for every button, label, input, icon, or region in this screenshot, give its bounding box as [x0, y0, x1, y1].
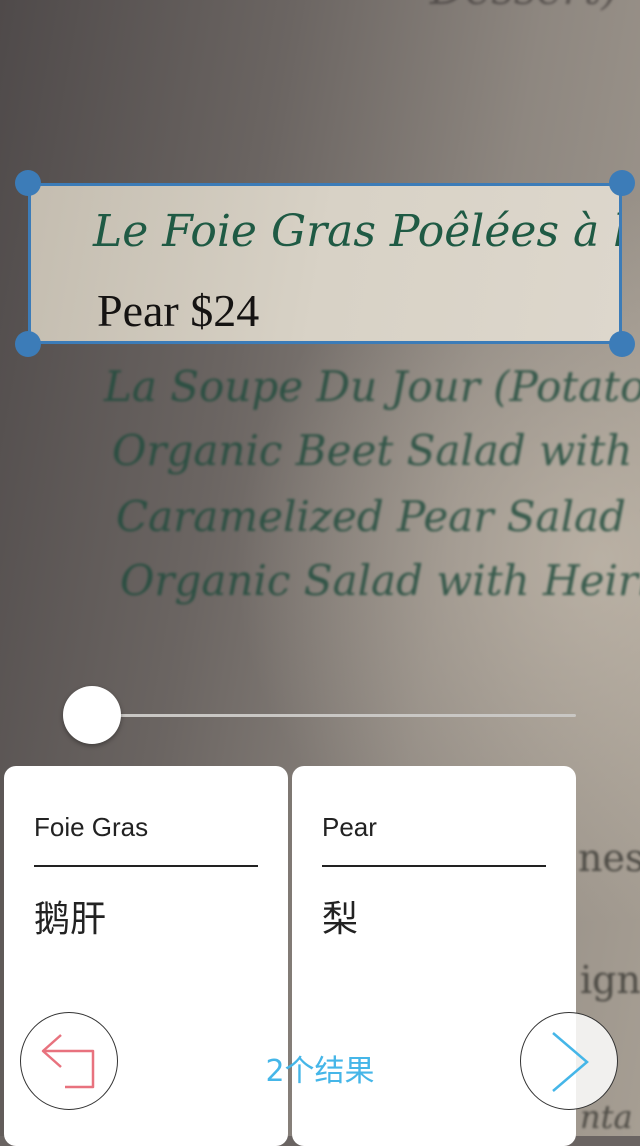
chevron-right-icon [552, 1032, 589, 1092]
menu-line: La Soupe Du Jour (Potato [104, 362, 640, 411]
selected-text-line-2: Pear $24 [97, 285, 260, 336]
result-count: 2个结果 [265, 1054, 375, 1089]
menu-line: Organic Beet Salad with G [112, 426, 640, 475]
selection-handle-top-left[interactable] [15, 170, 41, 196]
selected-text-line-1: Le Foie Gras Poêlées à la [93, 206, 622, 257]
result-translation: 梨 [322, 899, 359, 940]
menu-line: ign [580, 958, 640, 1002]
next-button[interactable] [520, 1012, 618, 1110]
menu-line: Organic Salad with Heirlo [120, 556, 640, 605]
selection-handle-bottom-right[interactable] [609, 331, 635, 357]
selection-handle-bottom-left[interactable] [15, 331, 41, 357]
back-button[interactable] [20, 1012, 118, 1110]
result-translation: 鹅肝 [34, 899, 107, 940]
menu-line: nes [578, 836, 640, 880]
result-term: Foie Gras [34, 812, 149, 842]
menu-line-heading: Dessert) [430, 0, 618, 15]
menu-line: Caramelized Pear Salad wi [116, 492, 640, 541]
divider [322, 865, 546, 867]
selection-box[interactable]: Le Foie Gras Poêlées à la Pear $24 [28, 183, 622, 344]
zoom-slider-track[interactable] [92, 714, 576, 717]
zoom-slider-thumb[interactable] [63, 686, 121, 744]
divider [34, 865, 258, 867]
back-arrow-icon [41, 1034, 95, 1089]
result-term: Pear [322, 812, 377, 842]
selection-handle-top-right[interactable] [609, 170, 635, 196]
